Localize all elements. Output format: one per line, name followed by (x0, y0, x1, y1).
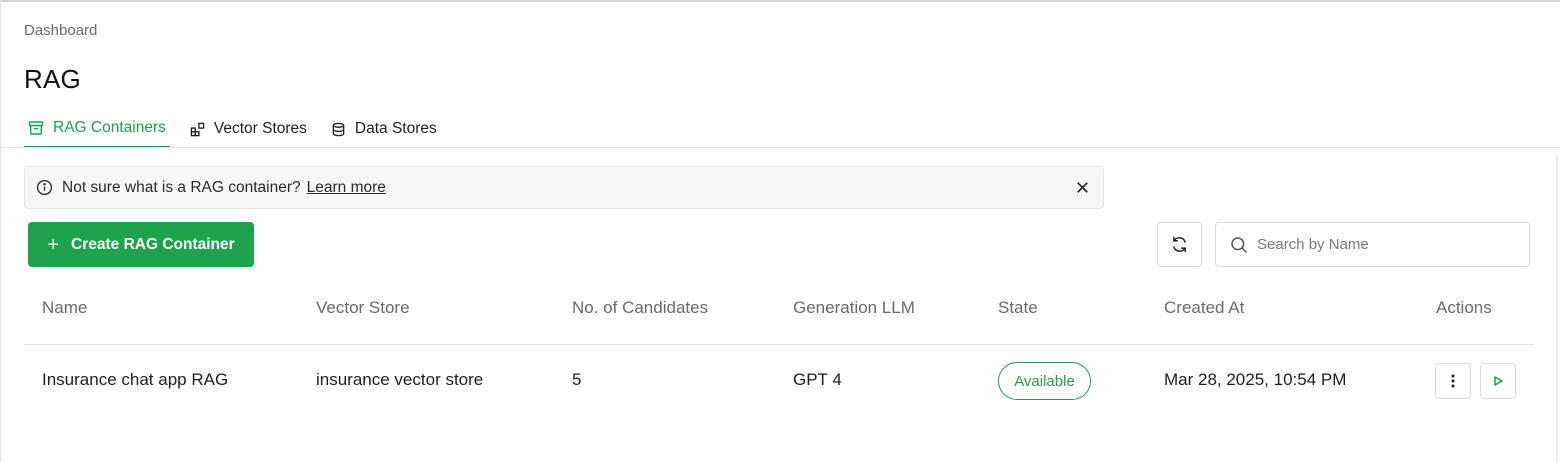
cell-candidates: 5 (572, 370, 582, 389)
tabs-divider (0, 147, 1560, 148)
column-header-actions: Actions (1436, 298, 1492, 317)
column-header-vector-store: Vector Store (316, 298, 410, 317)
table-header: Name Vector Store No. of Candidates Gene… (24, 286, 1534, 345)
column-header-created-at: Created At (1164, 298, 1245, 317)
learn-more-link[interactable]: Learn more (307, 179, 386, 197)
tab-vector-stores[interactable]: Vector Stores (186, 110, 311, 148)
search-input[interactable] (1257, 236, 1507, 253)
blocks-icon (190, 122, 205, 136)
tab-data-stores[interactable]: Data Stores (327, 110, 441, 148)
archive-icon (28, 121, 44, 135)
create-rag-container-button[interactable]: + Create RAG Container (28, 222, 254, 267)
play-icon (1494, 376, 1503, 386)
column-header-state: State (998, 298, 1038, 317)
more-actions-button[interactable] (1435, 363, 1471, 399)
tab-label: RAG Containers (53, 119, 166, 136)
tab-bar: RAG Containers Vector Stores Data Stores (24, 110, 457, 148)
tab-label: Data Stores (354, 120, 437, 137)
info-banner: Not sure what is a RAG container? Learn … (24, 166, 1104, 209)
cell-name: Insurance chat app RAG (42, 370, 229, 389)
search-icon (1231, 236, 1247, 253)
tab-label: Vector Stores (213, 120, 307, 137)
create-button-label: Create RAG Container (71, 235, 235, 253)
rag-containers-table: Name Vector Store No. of Candidates Gene… (24, 286, 1534, 400)
plus-icon: + (47, 233, 60, 256)
scrollbar-track[interactable] (1556, 156, 1558, 462)
cell-created-at: Mar 28, 2025, 10:54 PM (1164, 370, 1347, 389)
close-icon[interactable] (1074, 179, 1091, 196)
page-title: RAG (24, 64, 81, 94)
refresh-button[interactable] (1157, 222, 1202, 267)
column-header-candidates: No. of Candidates (572, 298, 709, 317)
column-header-generation-llm: Generation LLM (793, 298, 915, 317)
column-header-name: Name (42, 298, 88, 317)
play-button[interactable] (1480, 363, 1516, 399)
status-badge: Available (998, 362, 1091, 400)
info-message: Not sure what is a RAG container? (62, 178, 301, 196)
info-icon (36, 179, 53, 196)
refresh-icon (1173, 236, 1186, 253)
cell-generation-llm: GPT 4 (793, 370, 842, 389)
more-vertical-icon (1451, 374, 1455, 388)
cell-vector-store: insurance vector store (316, 370, 484, 389)
database-icon (332, 122, 345, 136)
breadcrumb[interactable]: Dashboard (24, 22, 97, 39)
search-field[interactable] (1215, 222, 1530, 267)
tab-rag-containers[interactable]: RAG Containers (24, 110, 170, 148)
